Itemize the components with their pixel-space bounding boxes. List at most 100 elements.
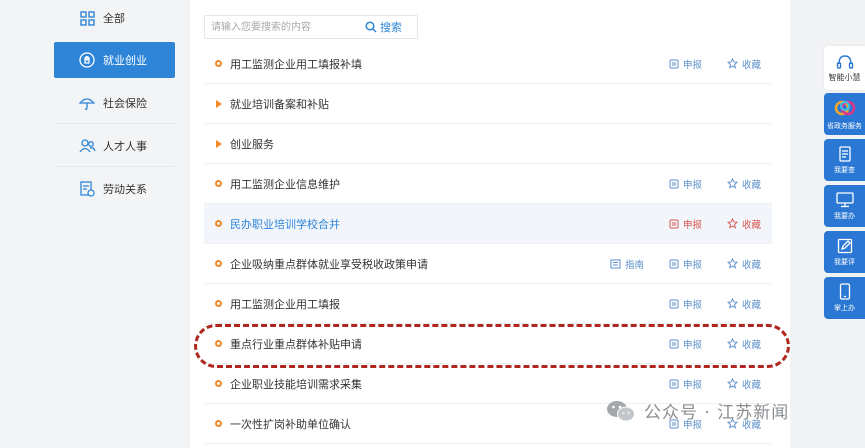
grid-icon (78, 9, 96, 27)
search-button[interactable]: 搜索 (365, 19, 402, 35)
guide-icon (610, 259, 621, 268)
service-title[interactable]: 就业培训备案和补贴 (230, 96, 329, 112)
favorite-label: 收藏 (742, 339, 762, 351)
expand-arrow-icon[interactable] (216, 99, 222, 108)
apply-button[interactable]: 申报 (669, 257, 702, 271)
favorite-button[interactable]: 收藏 (727, 57, 761, 71)
form-icon (669, 179, 679, 188)
people-icon (78, 137, 96, 155)
smart-assistant-button[interactable]: 智能小慧 (824, 46, 865, 90)
apply-button[interactable]: 申报 (669, 57, 702, 71)
contract-icon (78, 180, 96, 198)
sidebar-item-label: 社会保险 (103, 97, 147, 110)
search-input[interactable] (205, 16, 365, 38)
apply-label: 申报 (683, 299, 703, 311)
favorite-label: 收藏 (742, 179, 762, 191)
favorite-button[interactable]: 收藏 (727, 257, 761, 271)
apply-label: 申报 (683, 219, 703, 231)
service-title[interactable]: 用工监测企业用工填报补填 (230, 56, 362, 72)
list-item-hovered[interactable]: 民办职业培训学校合并 申报 收藏 (204, 204, 772, 244)
apply-button[interactable]: 申报 (669, 297, 702, 311)
apply-label: 申报 (683, 259, 703, 271)
dock-button-query[interactable]: 我要查 (824, 139, 865, 181)
list-item[interactable]: 创业服务 (204, 124, 772, 164)
sidebar-item-talent[interactable]: 人才人事 (54, 128, 175, 164)
expand-arrow-icon[interactable] (216, 139, 222, 148)
dock-button-label: 掌上办 (834, 304, 855, 312)
service-title[interactable]: 用工监测企业用工填报 (230, 296, 340, 312)
favorite-label: 收藏 (742, 219, 762, 231)
form-icon (669, 299, 679, 308)
list-item[interactable]: 用工监测企业用工填报补填 申报 收藏 (204, 44, 772, 84)
favorite-button[interactable]: 收藏 (727, 377, 761, 391)
star-icon (727, 338, 738, 349)
sidebar-item-labor-relations[interactable]: 劳动关系 (54, 171, 175, 207)
apply-label: 申报 (683, 339, 703, 351)
circle-bullet-icon (215, 180, 222, 187)
star-icon (727, 378, 738, 389)
category-sidebar: 全部 就业创业 社会保险 人才人事 劳动关系 (0, 0, 186, 448)
wechat-logo-icon (607, 400, 635, 421)
circle-bullet-icon (215, 300, 222, 307)
circle-bullet-icon (215, 340, 222, 347)
service-title[interactable]: 重点行业重点群体补贴申请 (230, 336, 362, 352)
form-icon (669, 379, 679, 388)
list-item[interactable]: 重点行业重点群体补贴申请 申报 收藏 (204, 324, 772, 364)
dock-button-label: 我要查 (834, 165, 855, 174)
search-bar: 搜索 (204, 15, 418, 39)
service-list-panel: 搜索 用工监测企业用工填报补填 申报 收藏 就业培训备案和补贴 创业服务 (190, 0, 790, 448)
wechat-watermark: 公众号 · 江苏新闻 (606, 398, 789, 423)
list-item[interactable]: 用工监测企业信息维护 申报 收藏 (204, 164, 772, 204)
dock-button-handle[interactable]: 我要办 (824, 185, 865, 227)
dock-button-label: 省政务服务 (827, 121, 862, 130)
guide-label: 指南 (625, 259, 645, 271)
service-title[interactable]: 企业吸纳重点群体就业享受税收政策申请 (230, 256, 428, 272)
service-title[interactable]: 用工监测企业信息维护 (230, 176, 340, 192)
service-title[interactable]: 创业服务 (230, 136, 274, 152)
headset-icon (836, 54, 853, 69)
dock-button-evaluate[interactable]: 我要评 (824, 231, 865, 273)
list-item[interactable]: 企业吸纳重点群体就业享受税收政策申请 指南 申报 收藏 (204, 244, 772, 284)
favorite-button[interactable]: 收藏 (727, 337, 761, 351)
service-title[interactable]: 民办职业培训学校合并 (230, 216, 340, 232)
apply-button[interactable]: 申报 (669, 377, 702, 391)
list-item[interactable]: 就业培训备案和补贴 (204, 84, 772, 124)
apply-button[interactable]: 申报 (669, 337, 702, 351)
sidebar-divider (54, 123, 175, 124)
circle-bullet-icon (215, 60, 222, 67)
apply-label: 申报 (683, 179, 703, 191)
favorite-button[interactable]: 收藏 (727, 217, 761, 231)
watermark-text: 公众号 · 江苏新闻 (644, 403, 790, 423)
form-icon (669, 339, 679, 348)
favorite-label: 收藏 (742, 299, 762, 311)
guide-button[interactable]: 指南 (610, 257, 644, 271)
service-logo-icon (834, 100, 855, 115)
apply-label: 申报 (683, 379, 703, 391)
service-title[interactable]: 一次性扩岗补助单位确认 (230, 416, 351, 432)
favorite-button[interactable]: 收藏 (727, 177, 761, 191)
dock-button-provincial-service[interactable]: 省政务服务 (824, 93, 865, 135)
search-icon (365, 21, 377, 33)
dock-button-label: 我要办 (834, 211, 855, 220)
search-button-label: 搜索 (380, 21, 402, 34)
sidebar-item-employment[interactable]: 就业创业 (54, 42, 175, 78)
favorite-label: 收藏 (742, 379, 762, 391)
umbrella-icon (78, 94, 96, 112)
favorite-button[interactable]: 收藏 (727, 297, 761, 311)
apply-button[interactable]: 申报 (669, 177, 702, 191)
favorite-label: 收藏 (742, 59, 762, 71)
monitor-icon (835, 191, 854, 207)
form-icon (669, 259, 679, 268)
sidebar-item-all[interactable]: 全部 (54, 0, 175, 36)
list-item[interactable]: 用工监测企业用工填报 申报 收藏 (204, 284, 772, 324)
service-title[interactable]: 企业职业技能培训需求采集 (230, 376, 362, 392)
sidebar-divider (54, 166, 175, 167)
sidebar-item-label: 全部 (103, 12, 125, 25)
sidebar-item-social-insurance[interactable]: 社会保险 (54, 85, 175, 121)
sidebar-item-label: 人才人事 (103, 140, 147, 153)
circle-bullet-icon (215, 420, 222, 427)
dock-button-mobile[interactable]: 掌上办 (824, 277, 865, 319)
apply-button[interactable]: 申报 (669, 217, 702, 231)
apply-label: 申报 (683, 59, 703, 71)
book-icon (838, 145, 851, 162)
